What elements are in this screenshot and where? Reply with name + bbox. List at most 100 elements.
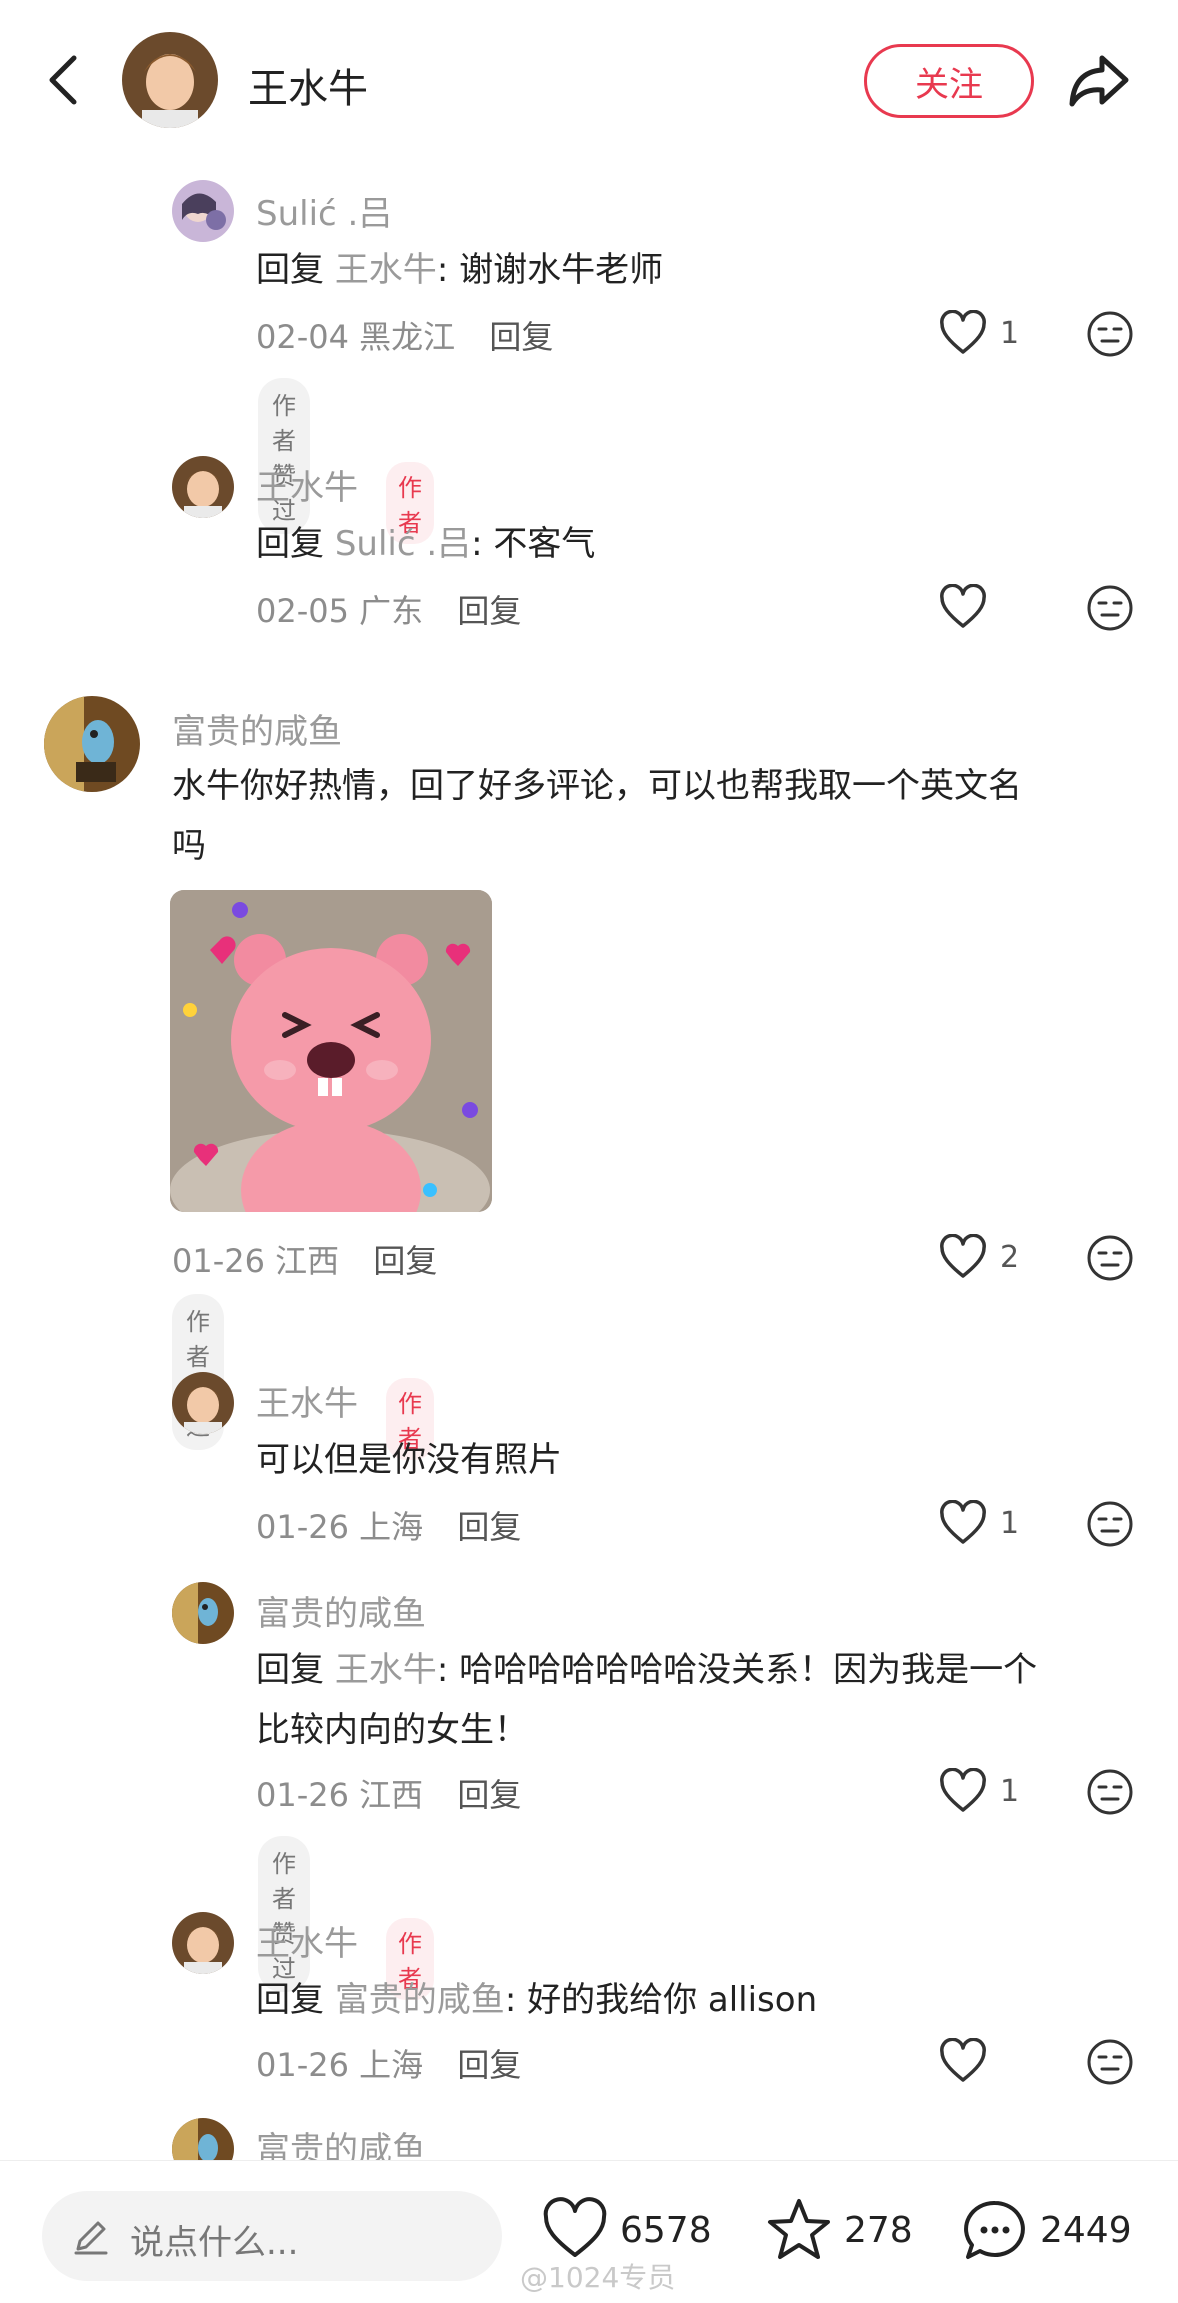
comment-date: 01-26	[172, 1242, 265, 1280]
reply-target[interactable]: Sulić .吕	[335, 524, 471, 564]
reply-prefix: 回复	[256, 250, 324, 290]
comment-username[interactable]: 富贵的咸鱼	[256, 1586, 426, 1635]
comment-meta: 01-26 江西 回复	[172, 1236, 437, 1282]
user-avatar[interactable]	[172, 1372, 234, 1434]
comment-date: 01-26	[256, 1776, 349, 1814]
heart-icon	[940, 2038, 986, 2082]
reply-target[interactable]: 王水牛	[335, 250, 437, 290]
reply-button[interactable]: 回复	[457, 1508, 521, 1546]
like-button[interactable]: 1	[938, 1500, 1019, 1546]
header-bar: 王水牛 关注	[0, 0, 1178, 160]
neutral-face-icon[interactable]	[1086, 1500, 1134, 1548]
comment-username[interactable]: 王水牛	[256, 460, 358, 509]
comment-date: 02-05	[256, 592, 349, 630]
comment-input-placeholder: 说点什么...	[130, 2223, 299, 2263]
back-arrow-icon[interactable]	[40, 50, 90, 110]
like-button[interactable]: 1	[938, 310, 1019, 356]
reply-prefix: 回复	[256, 524, 324, 564]
post-like-count: 6578	[620, 2209, 712, 2251]
comment-body: : 不客气	[471, 524, 596, 564]
watermark: @1024专员	[520, 2261, 676, 2294]
comment-text: 回复 Sulić .吕: 不客气	[256, 514, 595, 574]
reply-button[interactable]: 回复	[489, 318, 553, 356]
comment-meta: 01-26 上海 回复	[256, 2040, 521, 2086]
comment-location: 江西	[275, 1242, 340, 1280]
comment-location: 上海	[359, 1508, 424, 1546]
like-count: 1	[1000, 1505, 1020, 1541]
heart-icon	[940, 584, 986, 628]
comment-input[interactable]: 说点什么...	[42, 2191, 502, 2281]
share-icon[interactable]	[1066, 50, 1130, 110]
comment-sticker-image[interactable]	[170, 890, 492, 1212]
like-count: 2	[1000, 1239, 1020, 1275]
like-count: 1	[1000, 1773, 1020, 1809]
like-post-button[interactable]: 6578	[540, 2195, 712, 2265]
user-avatar[interactable]	[44, 696, 140, 792]
user-avatar[interactable]	[172, 456, 234, 518]
user-avatar[interactable]	[172, 1582, 234, 1644]
like-button[interactable]: 2	[938, 1234, 1019, 1280]
comment-username[interactable]: 王水牛	[256, 1916, 358, 1965]
neutral-face-icon[interactable]	[1086, 310, 1134, 358]
comment-date: 01-26	[256, 2046, 349, 2084]
reply-button[interactable]: 回复	[373, 1242, 437, 1280]
speech-bubble-icon	[964, 2200, 1025, 2259]
like-count: 1	[1000, 315, 1020, 351]
user-avatar[interactable]	[172, 1912, 234, 1974]
comment-meta: 01-26 上海 回复	[256, 1502, 521, 1548]
favorite-post-button[interactable]: 278	[764, 2195, 913, 2265]
follow-button[interactable]: 关注	[864, 44, 1034, 118]
like-button[interactable]	[938, 584, 988, 630]
comment-text: 回复 王水牛: 谢谢水牛老师	[256, 240, 663, 300]
reply-button[interactable]: 回复	[457, 592, 521, 630]
comment-username[interactable]: 富贵的咸鱼	[172, 704, 342, 753]
comment-username[interactable]: Sulić .吕	[256, 186, 392, 235]
post-favorite-count: 278	[844, 2209, 913, 2251]
comment-date: 01-26	[256, 1508, 349, 1546]
star-icon	[768, 2199, 830, 2259]
comment-location: 黑龙江	[359, 318, 456, 356]
author-liked-badge: 作者赞过	[258, 378, 310, 534]
post-comment-count: 2449	[1040, 2209, 1132, 2251]
comments-button[interactable]: 2449	[960, 2195, 1132, 2265]
heart-icon	[940, 1500, 986, 1544]
comment-username[interactable]: 王水牛	[256, 1376, 358, 1425]
comment-text-line-1: 水牛你好热情，回了好多评论，可以也帮我取一个英文名	[172, 766, 1022, 806]
like-button[interactable]	[938, 2038, 988, 2084]
reply-prefix: 回复	[256, 1650, 324, 1690]
comment-location: 江西	[359, 1776, 424, 1814]
pencil-icon	[74, 2221, 108, 2255]
neutral-face-icon[interactable]	[1086, 1234, 1134, 1282]
like-button[interactable]: 1	[938, 1768, 1019, 1814]
comment-meta: 01-26 江西 回复	[256, 1770, 521, 1816]
neutral-face-icon[interactable]	[1086, 2038, 1134, 2086]
comment-text-line-1: 回复 王水牛: 哈哈哈哈哈哈哈没关系！因为我是一个	[256, 1640, 1037, 1700]
heart-icon	[940, 1768, 986, 1812]
comment-text-line-2: 吗	[172, 826, 206, 866]
comment-meta: 02-04 黑龙江 回复	[256, 312, 553, 358]
author-liked-badge: 作者赞过	[258, 1836, 310, 1992]
heart-icon	[940, 310, 986, 354]
reply-target[interactable]: 富贵的咸鱼	[335, 1980, 505, 2020]
comment-body: : 哈哈哈哈哈哈哈没关系！因为我是一个	[436, 1650, 1038, 1690]
reply-prefix: 回复	[256, 1980, 324, 2020]
comment-location: 广东	[359, 592, 424, 630]
comment-body: : 谢谢水牛老师	[436, 250, 664, 290]
heart-icon	[543, 2197, 607, 2257]
comment-text-line-2: 比较内向的女生！	[256, 1710, 528, 1750]
comment-text: 回复 富贵的咸鱼: 好的我给你 allison	[256, 1970, 817, 2030]
comment-meta: 02-05 广东 回复	[256, 586, 521, 632]
comment-body: : 好的我给你 allison	[504, 1980, 818, 2020]
comment-location: 上海	[359, 2046, 424, 2084]
reply-button[interactable]: 回复	[457, 1776, 521, 1814]
heart-icon	[940, 1234, 986, 1278]
reply-button[interactable]: 回复	[457, 2046, 521, 2084]
comment-text: 可以但是你没有照片	[256, 1440, 562, 1480]
author-name[interactable]: 王水牛	[248, 56, 368, 114]
reply-target[interactable]: 王水牛	[335, 1650, 437, 1690]
user-avatar[interactable]	[172, 180, 234, 242]
author-avatar[interactable]	[122, 32, 218, 128]
neutral-face-icon[interactable]	[1086, 584, 1134, 632]
neutral-face-icon[interactable]	[1086, 1768, 1134, 1816]
comment-date: 02-04	[256, 318, 349, 356]
